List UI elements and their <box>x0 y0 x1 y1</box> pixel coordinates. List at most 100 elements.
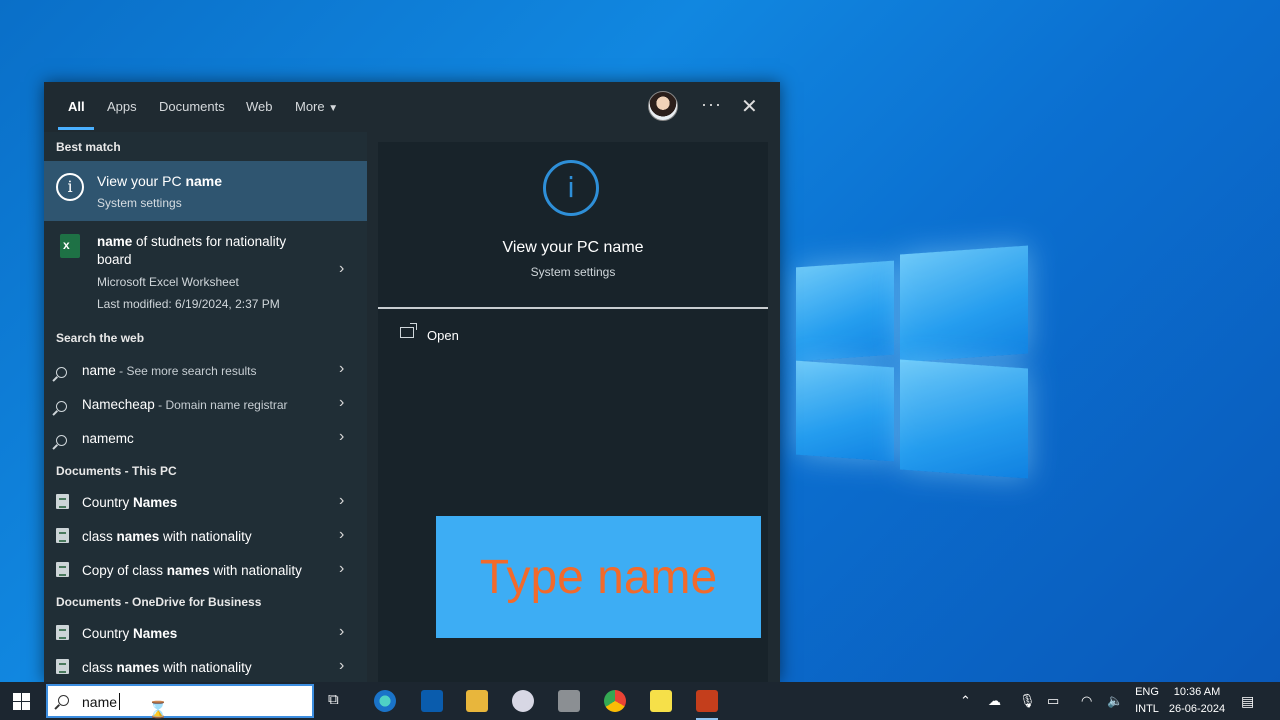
chevron-right-icon[interactable]: › <box>339 428 344 446</box>
search-tabs: All Apps Documents Web More ▼ ··· ✕ <box>44 82 780 132</box>
language-bottom[interactable]: INTL <box>1132 703 1162 715</box>
doc-bold: names <box>116 660 160 675</box>
doc-pre: Copy of class <box>82 563 167 578</box>
tab-all[interactable]: All <box>68 99 85 114</box>
task-view-icon[interactable]: ⧉ <box>328 691 339 708</box>
doc-pre: class <box>82 529 117 544</box>
tutorial-caption: Type name <box>436 516 761 638</box>
section-best-match: Best match <box>56 140 121 154</box>
more-options-icon[interactable]: ··· <box>701 94 722 115</box>
tab-apps[interactable]: Apps <box>107 99 137 114</box>
best-match-subtitle: System settings <box>97 196 182 210</box>
web-result-item[interactable]: namemc › <box>44 422 367 454</box>
preview-title: View your PC name <box>502 239 644 256</box>
web-result-text: namemc <box>82 431 134 446</box>
best-match-title-prefix: View your PC <box>97 173 186 189</box>
chevron-right-icon[interactable]: › <box>339 657 344 675</box>
excel-file-icon <box>56 562 69 580</box>
doc-pre: Country <box>82 495 134 510</box>
excel-result-item[interactable]: name of studnets for nationality board M… <box>44 228 367 314</box>
excel-result-modified: Last modified: 6/19/2024, 2:37 PM <box>97 297 280 311</box>
tab-documents[interactable]: Documents <box>159 99 225 114</box>
paint-icon[interactable] <box>512 690 534 712</box>
tab-more[interactable]: More ▼ <box>295 99 338 114</box>
chevron-right-icon[interactable]: › <box>339 260 344 278</box>
section-docs-pc: Documents - This PC <box>56 464 177 478</box>
file-explorer-icon[interactable] <box>466 690 488 712</box>
chevron-up-icon[interactable]: ⌃ <box>960 693 971 709</box>
web-result-bold: Namecheap <box>82 397 155 412</box>
onedrive-doc-label: Country Names <box>82 626 177 641</box>
info-icon: i <box>56 173 84 201</box>
outlook-icon[interactable] <box>421 690 443 712</box>
doc-pre: class <box>82 660 117 675</box>
tab-more-label: More <box>295 99 325 114</box>
language-top[interactable]: ENG <box>1132 686 1162 698</box>
search-icon <box>56 365 67 381</box>
pc-doc-label: class names with nationality <box>82 529 252 544</box>
onedrive-doc-item[interactable]: class names with nationality › <box>44 651 367 683</box>
open-action[interactable]: Open <box>427 328 459 343</box>
chevron-right-icon[interactable]: › <box>339 394 344 412</box>
doc-bold: names <box>116 529 160 544</box>
pc-doc-label: Copy of class names with nationality <box>82 563 302 578</box>
section-docs-onedrive: Documents - OneDrive for Business <box>56 595 262 609</box>
onedrive-icon[interactable]: ☁ <box>988 693 1001 709</box>
doc-post: with nationality <box>159 529 252 544</box>
powerpoint-icon[interactable] <box>696 690 718 712</box>
pc-doc-item[interactable]: Copy of class names with nationality › <box>44 554 367 586</box>
windows-desktop-logo <box>796 242 1028 479</box>
taskbar-search-input[interactable]: name ⌛ <box>46 684 314 719</box>
doc-bold: names <box>166 563 210 578</box>
clock-time[interactable]: 10:36 AM <box>1166 686 1228 698</box>
chevron-right-icon[interactable]: › <box>339 360 344 378</box>
web-result-item[interactable]: name - See more search results › <box>44 354 367 386</box>
tab-web[interactable]: Web <box>246 99 273 114</box>
edge-icon[interactable] <box>374 690 396 712</box>
search-input-value: name <box>82 694 118 710</box>
chevron-right-icon[interactable]: › <box>339 526 344 544</box>
pc-doc-item[interactable]: Country Names › <box>44 486 367 518</box>
text-caret <box>119 693 120 710</box>
sticky-notes-icon[interactable] <box>650 690 672 712</box>
chrome-icon[interactable] <box>604 690 626 712</box>
best-match-title: View your PC name <box>97 173 222 189</box>
windows-start-icon[interactable] <box>13 693 30 710</box>
excel-result-title: name of studnets for nationality board <box>97 233 317 269</box>
onedrive-doc-label: class names with nationality <box>82 660 252 675</box>
web-result-item[interactable]: Namecheap - Domain name registrar › <box>44 388 367 420</box>
excel-result-type: Microsoft Excel Worksheet <box>97 275 239 289</box>
chevron-right-icon[interactable]: › <box>339 560 344 578</box>
volume-icon[interactable]: 🔈 <box>1107 693 1123 709</box>
web-result-text: Namecheap - Domain name registrar <box>82 397 288 412</box>
microphone-icon[interactable]: 🎙 <box>1019 693 1036 709</box>
user-avatar[interactable] <box>648 91 678 121</box>
preview-subtitle: System settings <box>530 265 616 279</box>
doc-bold: Names <box>133 495 178 510</box>
busy-cursor-icon: ⌛ <box>148 702 168 719</box>
best-match-item[interactable]: i View your PC name System settings <box>44 161 367 221</box>
battery-icon[interactable]: ▭ <box>1047 693 1059 709</box>
web-result-bold: name <box>82 363 116 378</box>
pc-doc-item[interactable]: class names with nationality › <box>44 520 367 552</box>
excel-file-icon <box>56 625 69 643</box>
wifi-icon[interactable]: ◠ <box>1081 693 1092 709</box>
excel-file-icon <box>56 494 69 512</box>
excel-file-icon <box>56 659 69 677</box>
chevron-right-icon[interactable]: › <box>339 623 344 641</box>
chevron-down-icon: ▼ <box>328 103 339 114</box>
web-result-rest: - Domain name registrar <box>154 398 288 412</box>
web-result-text: name - See more search results <box>82 363 257 378</box>
best-match-title-bold: name <box>185 173 223 189</box>
active-tab-indicator <box>58 127 94 130</box>
chevron-right-icon[interactable]: › <box>339 492 344 510</box>
web-result-bold: namemc <box>82 431 134 446</box>
preview-divider <box>378 307 768 309</box>
excel-file-icon <box>56 528 69 546</box>
onedrive-doc-item[interactable]: Country Names › <box>44 617 367 649</box>
notification-icon[interactable]: ▤ <box>1241 693 1254 710</box>
doc-post: with nationality <box>209 563 302 578</box>
calculator-icon[interactable] <box>558 690 580 712</box>
close-icon[interactable]: ✕ <box>741 94 758 119</box>
clock-date[interactable]: 26-06-2024 <box>1166 703 1228 715</box>
